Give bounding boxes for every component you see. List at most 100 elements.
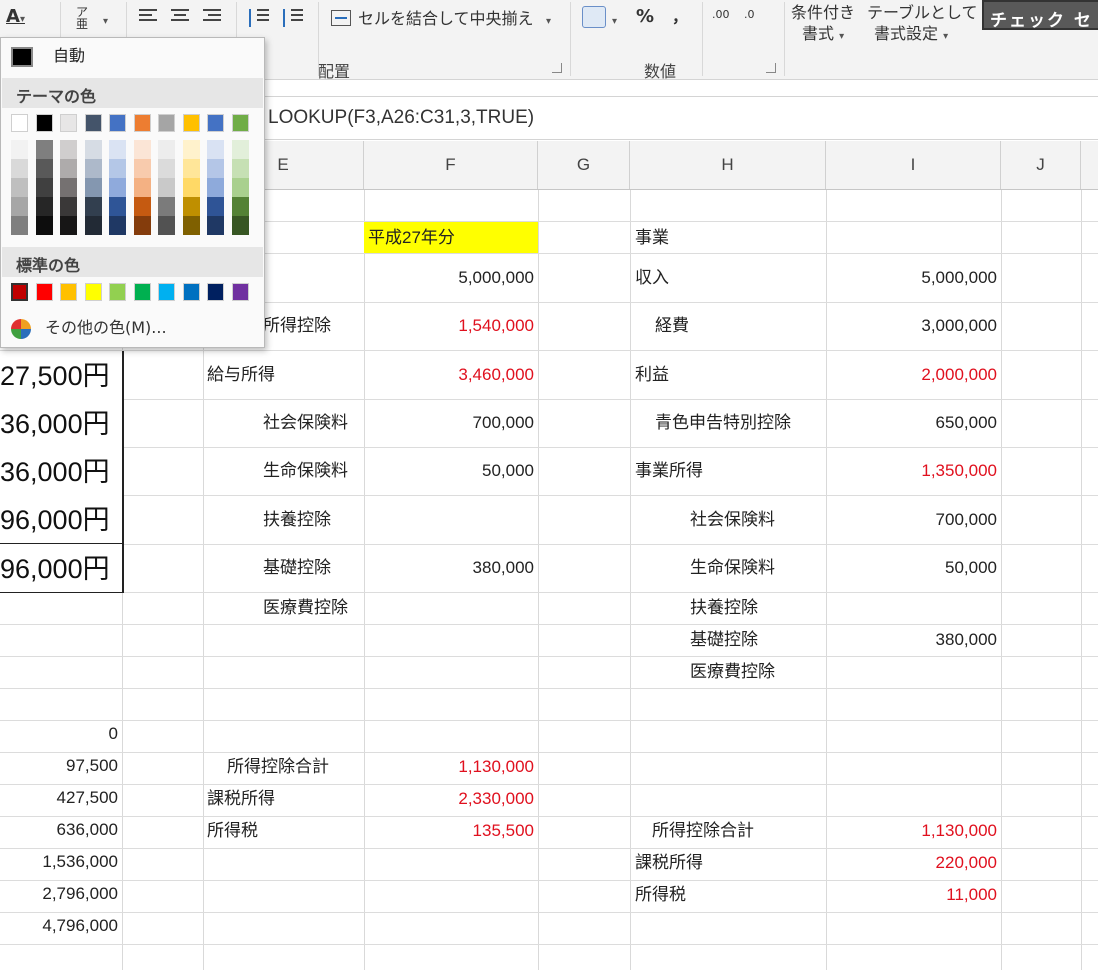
table-cell[interactable]: 380,000 <box>364 558 534 578</box>
table-cell[interactable]: 所得税 <box>207 821 258 841</box>
table-cell[interactable]: 基礎控除 <box>690 630 758 650</box>
merge-center-button[interactable]: セルを結合して中央揃え <box>358 10 534 28</box>
color-swatch[interactable] <box>35 178 53 197</box>
table-cell[interactable]: 1,540,000 <box>364 316 534 336</box>
standard-color-swatch[interactable] <box>35 283 53 301</box>
color-swatch[interactable] <box>11 114 28 132</box>
color-swatch[interactable] <box>182 178 200 197</box>
dialog-launcher-icon[interactable] <box>766 63 776 73</box>
standard-color-swatch[interactable] <box>109 283 126 301</box>
table-cell[interactable]: 5,000,000 <box>364 268 534 288</box>
table-cell[interactable]: 医療費控除 <box>690 662 775 682</box>
table-cell[interactable]: 1,130,000 <box>826 821 997 841</box>
table-cell[interactable]: 所得控除合計 <box>227 757 329 777</box>
color-swatch[interactable] <box>182 159 200 178</box>
color-swatch[interactable] <box>158 140 175 159</box>
table-cell[interactable]: 636,000 <box>0 820 118 840</box>
color-swatch[interactable] <box>231 197 249 216</box>
table-cell[interactable]: 経費 <box>655 316 689 336</box>
standard-color-swatch[interactable] <box>133 283 151 301</box>
color-swatch[interactable] <box>11 159 28 178</box>
table-cell[interactable]: 給与所得 <box>207 365 275 385</box>
decrease-indent-icon[interactable] <box>249 9 269 27</box>
table-cell[interactable]: 課税所得 <box>207 789 275 809</box>
table-cell[interactable]: 380,000 <box>826 630 997 650</box>
color-swatch[interactable] <box>231 114 249 132</box>
color-swatch[interactable] <box>109 114 126 132</box>
color-swatch[interactable] <box>109 216 126 235</box>
chevron-down-icon[interactable]: ▾ <box>546 13 551 31</box>
table-cell[interactable]: 11,000 <box>826 885 997 905</box>
color-swatch[interactable] <box>182 216 200 235</box>
color-swatch[interactable] <box>133 178 151 197</box>
color-swatch[interactable] <box>35 140 53 159</box>
currency-format-icon[interactable] <box>582 6 606 28</box>
table-cell[interactable]: 1,536,000 <box>0 852 118 872</box>
formula-text[interactable]: LOOKUP(F3,A26:C31,3,TRUE) <box>268 107 534 129</box>
color-swatch[interactable] <box>207 178 224 197</box>
align-left-icon[interactable] <box>139 9 157 25</box>
table-cell[interactable]: 事業 <box>635 228 669 248</box>
table-cell[interactable]: 課税所得 <box>635 853 703 873</box>
table-cell[interactable]: 基礎控除 <box>263 558 331 578</box>
table-cell[interactable]: 50,000 <box>826 558 997 578</box>
increase-indent-icon[interactable] <box>283 9 303 27</box>
color-swatch[interactable] <box>11 178 28 197</box>
standard-color-swatch[interactable] <box>182 283 200 301</box>
color-swatch[interactable] <box>207 216 224 235</box>
increase-decimal-button[interactable]: .00 <box>712 6 730 24</box>
column-header-g[interactable]: G <box>538 141 630 189</box>
color-swatch[interactable] <box>84 178 102 197</box>
auto-color-option[interactable]: 自動 <box>53 47 85 67</box>
color-swatch[interactable] <box>60 178 77 197</box>
comma-button[interactable]: ， <box>672 8 688 26</box>
standard-color-swatch[interactable] <box>84 283 102 301</box>
table-cell[interactable]: 220,000 <box>826 853 997 873</box>
color-swatch[interactable] <box>231 216 249 235</box>
table-cell[interactable]: 青色申告特別控除 <box>655 413 791 433</box>
color-swatch[interactable] <box>11 140 28 159</box>
conditional-format-label[interactable]: 条件付き <box>791 4 855 22</box>
align-center-icon[interactable] <box>171 9 189 25</box>
color-swatch[interactable] <box>182 140 200 159</box>
table-cell[interactable]: 所得税 <box>635 885 686 905</box>
table-cell[interactable]: 医療費控除 <box>263 598 348 618</box>
column-header-j[interactable]: J <box>1001 141 1081 189</box>
color-swatch[interactable] <box>84 159 102 178</box>
table-cell[interactable]: 2,796,000 <box>0 884 118 904</box>
color-swatch[interactable] <box>231 178 249 197</box>
table-cell[interactable]: 427,500 <box>0 788 118 808</box>
dialog-launcher-icon[interactable] <box>552 63 562 73</box>
table-cell[interactable]: 4,796,000 <box>0 916 118 936</box>
table-cell[interactable]: 生命保険料 <box>263 461 348 481</box>
more-colors-option[interactable]: その他の色(M)... <box>11 314 167 339</box>
chevron-down-icon[interactable]: ▾ <box>20 14 25 25</box>
color-swatch[interactable] <box>84 197 102 216</box>
color-swatch[interactable] <box>84 140 102 159</box>
table-cell[interactable]: 3,000,000 <box>826 316 997 336</box>
chevron-down-icon[interactable]: ▾ <box>612 13 617 31</box>
auto-color-swatch[interactable] <box>11 47 33 67</box>
chevron-down-icon[interactable]: ▾ <box>103 13 108 31</box>
table-cell[interactable]: 社会保険料 <box>690 510 775 530</box>
table-cell[interactable]: 所得控除合計 <box>652 821 754 841</box>
table-cell[interactable]: 1,350,000 <box>826 461 997 481</box>
color-swatch[interactable] <box>207 114 224 132</box>
column-header-h[interactable]: H <box>630 141 826 189</box>
table-cell[interactable]: 650,000 <box>826 413 997 433</box>
standard-color-swatch[interactable] <box>158 283 175 301</box>
color-swatch[interactable] <box>207 159 224 178</box>
color-swatch[interactable] <box>35 216 53 235</box>
table-cell[interactable]: 700,000 <box>826 510 997 530</box>
table-cell[interactable]: 1,130,000 <box>364 757 534 777</box>
table-cell[interactable]: 5,000,000 <box>826 268 997 288</box>
color-swatch[interactable] <box>60 197 77 216</box>
table-cell[interactable]: 利益 <box>635 365 669 385</box>
table-cell[interactable]: 700,000 <box>364 413 534 433</box>
color-swatch[interactable] <box>231 159 249 178</box>
standard-color-swatch[interactable] <box>60 283 77 301</box>
color-swatch[interactable] <box>158 159 175 178</box>
color-swatch[interactable] <box>109 159 126 178</box>
table-cell[interactable]: 収入 <box>635 268 669 288</box>
color-swatch[interactable] <box>60 216 77 235</box>
